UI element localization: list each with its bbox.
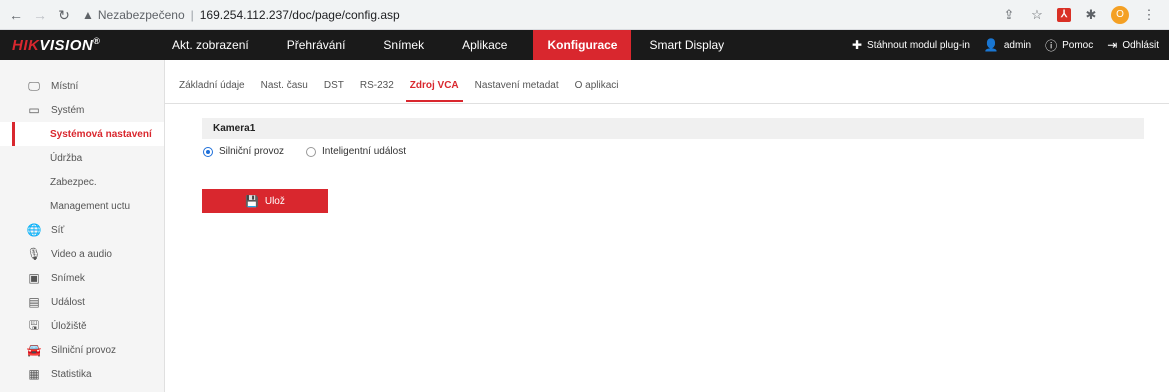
insecure-label[interactable]: Nezabezpečeno: [98, 8, 185, 22]
tab-dst[interactable]: DST: [324, 74, 344, 102]
sidebar-item-label: Snímek: [51, 272, 85, 284]
browser-toolbar: ← → ↻ ▲ Nezabezpečeno | 169.254.112.237/…: [0, 0, 1169, 30]
tab-metadata-settings[interactable]: Nastavení metadat: [475, 74, 559, 102]
settings-tabs: Základní údaje Nast. času DST RS-232 Zdr…: [165, 74, 1169, 104]
sidebar-item-label: Místní: [51, 80, 79, 92]
monitor-icon: 🖵: [28, 78, 40, 93]
sidebar-item-event[interactable]: ▤ Událost: [0, 290, 164, 314]
menu-live-view[interactable]: Akt. zobrazení: [160, 30, 275, 60]
globe-icon: 🌐: [26, 223, 42, 237]
statistics-icon: ▦: [28, 367, 40, 381]
forward-icon[interactable]: →: [32, 7, 48, 23]
warning-icon[interactable]: ▲: [82, 8, 94, 22]
back-icon[interactable]: ←: [8, 7, 24, 23]
vca-mode-radio-group: Silniční provoz Inteligentní událost: [203, 146, 428, 157]
more-menu-icon[interactable]: ⋮: [1141, 7, 1157, 23]
menu-configuration[interactable]: Konfigurace: [533, 30, 632, 60]
pdf-extension-icon[interactable]: ⅄: [1057, 7, 1071, 22]
sidebar-item-label: Událost: [51, 296, 85, 308]
star-icon[interactable]: ☆: [1029, 7, 1045, 23]
sidebar-item-label: Úložiště: [51, 320, 87, 332]
download-plugin-label: Stáhnout modul plug-in: [867, 39, 970, 51]
tab-rs232[interactable]: RS-232: [360, 74, 394, 102]
vehicle-icon: 🚘: [26, 343, 42, 357]
profile-avatar[interactable]: O: [1111, 5, 1129, 24]
camera-section-title: Kamera1: [202, 118, 1144, 139]
sidebar-item-label: Síť: [51, 224, 65, 236]
sidebar-item-label: Video a audio: [51, 248, 112, 260]
menu-playback[interactable]: Přehrávání: [275, 30, 372, 60]
radio-unselected-icon[interactable]: [306, 146, 317, 157]
radio-label: Inteligentní událost: [322, 146, 406, 157]
main-menu: Akt. zobrazení Přehrávání Snímek Aplikac…: [160, 30, 750, 60]
sidebar-item-maintenance[interactable]: Údržba: [0, 146, 164, 170]
sidebar-item-network[interactable]: 🌐 Síť: [0, 218, 164, 242]
reload-icon[interactable]: ↻: [56, 7, 72, 23]
username-label: admin: [1003, 39, 1032, 51]
radio-selected-icon[interactable]: [203, 146, 213, 157]
sidebar-item-label: Zabezpec.: [50, 176, 97, 188]
window-icon: ▭: [28, 103, 40, 117]
address-bar[interactable]: ▲ Nezabezpečeno | 169.254.112.237/doc/pa…: [82, 8, 400, 22]
user-menu[interactable]: 👤 admin: [984, 38, 1031, 52]
storage-icon: 🖫: [28, 317, 40, 332]
calendar-icon: ▤: [28, 295, 40, 309]
user-icon: 👤: [983, 38, 999, 52]
radio-smart-event[interactable]: Inteligentní událost: [306, 146, 406, 157]
tab-time-settings[interactable]: Nast. času: [261, 74, 308, 102]
image-icon: ▣: [28, 271, 40, 285]
info-icon: ⓘ: [1045, 38, 1058, 53]
download-plugin-link[interactable]: ✚ Stáhnout modul plug-in: [852, 38, 970, 52]
sidebar-item-security[interactable]: Zabezpec.: [0, 170, 164, 194]
hikvision-logo: HIKVISION®: [12, 36, 101, 54]
logout-link[interactable]: ⇥ Odhlásit: [1107, 38, 1159, 52]
sidebar-item-road-traffic[interactable]: 🚘 Silniční provoz: [0, 338, 164, 362]
puzzle-icon: ✚: [851, 38, 863, 52]
tab-vca-resource[interactable]: Zdroj VCA: [405, 74, 463, 102]
sidebar-item-label: Silniční provoz: [51, 344, 117, 356]
extensions-puzzle-icon[interactable]: ✱: [1083, 7, 1099, 23]
logout-icon: ⇥: [1107, 38, 1118, 52]
sidebar-item-image[interactable]: ▣ Snímek: [0, 266, 164, 290]
sidebar-item-system[interactable]: ▭ Systém: [0, 98, 164, 122]
audio-video-icon: 🎙: [26, 247, 42, 261]
address-separator: |: [190, 7, 194, 22]
menu-application[interactable]: Aplikace: [450, 30, 533, 60]
share-icon[interactable]: ⇪: [1001, 7, 1017, 23]
sidebar-item-label: Systémová nastavení: [50, 128, 152, 140]
sidebar-item-label: Údržba: [50, 152, 83, 164]
sidebar-item-local[interactable]: 🖵 Místní: [0, 74, 164, 98]
sidebar: 🖵 Místní ▭ Systém Systémová nastavení Úd…: [0, 60, 165, 392]
sidebar-item-label: Management uctu: [50, 200, 131, 212]
tab-basic-info[interactable]: Základní údaje: [179, 74, 245, 102]
sidebar-item-label: Systém: [51, 104, 85, 116]
sidebar-item-storage[interactable]: 🖫 Úložiště: [0, 314, 164, 338]
menu-smart-display[interactable]: Smart Display: [637, 30, 750, 60]
radio-road-traffic[interactable]: Silniční provoz: [203, 146, 284, 157]
logout-label: Odhlásit: [1122, 39, 1159, 51]
save-button[interactable]: 💾 Ulož: [202, 189, 328, 213]
save-button-label: Ulož: [264, 195, 285, 207]
sidebar-item-system-settings[interactable]: Systémová nastavení: [0, 122, 164, 146]
sidebar-item-label: Statistika: [51, 368, 92, 380]
floppy-disk-icon: 💾: [245, 195, 259, 208]
radio-label: Silniční provoz: [219, 146, 285, 157]
tab-about[interactable]: O aplikaci: [575, 74, 619, 102]
sidebar-item-video-audio[interactable]: 🎙 Video a audio: [0, 242, 164, 266]
top-navigation: HIKVISION® Akt. zobrazení Přehrávání Sní…: [0, 30, 1169, 60]
sidebar-item-user-management[interactable]: Management uctu: [0, 194, 164, 218]
help-link[interactable]: ⓘ Pomoc: [1045, 37, 1093, 54]
help-label: Pomoc: [1062, 39, 1094, 51]
menu-picture[interactable]: Snímek: [371, 30, 450, 60]
url-text[interactable]: 169.254.112.237/doc/page/config.asp: [200, 8, 400, 22]
sidebar-item-statistics[interactable]: ▦ Statistika: [0, 362, 164, 386]
